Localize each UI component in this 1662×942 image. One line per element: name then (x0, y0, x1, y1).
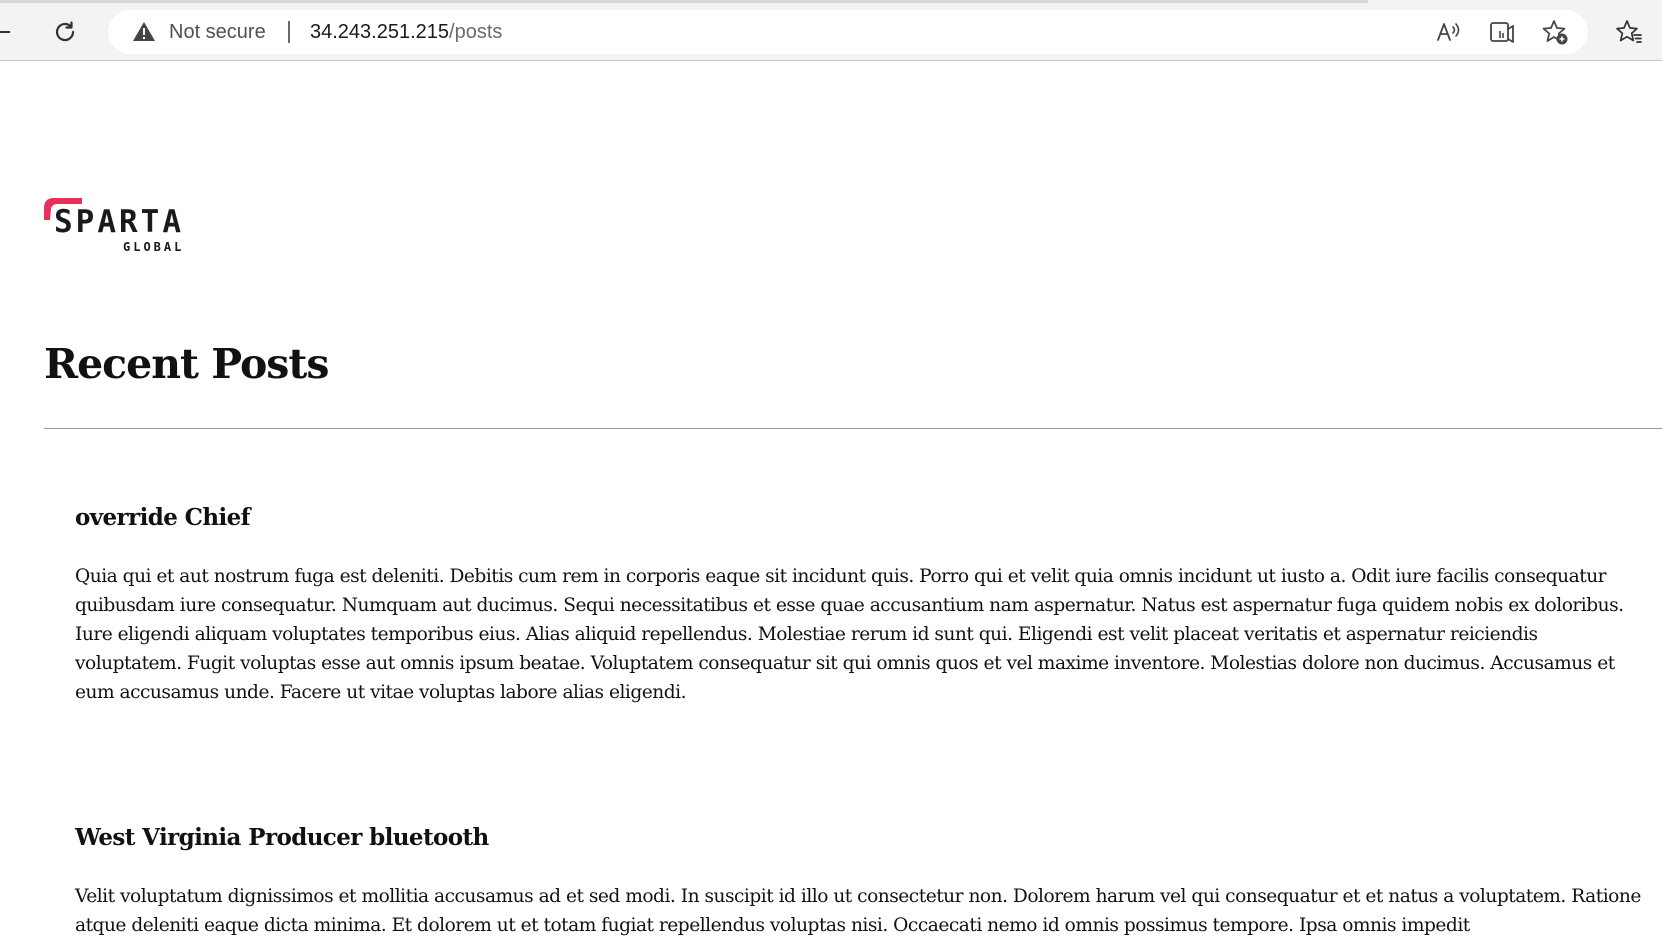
post-body: Quia qui et aut nostrum fuga est delenit… (75, 566, 1624, 703)
post-body: Velit voluptatum dignissimos et mollitia… (75, 886, 1641, 936)
minimize-icon[interactable] (0, 31, 10, 33)
page-title: Recent Posts (44, 340, 329, 388)
security-status-label[interactable]: Not secure (169, 20, 266, 44)
read-aloud-icon (1437, 23, 1460, 41)
post-title: West Virginia Producer bluetooth (75, 824, 489, 851)
refresh-icon (55, 21, 75, 42)
add-favorite-icon (1542, 20, 1568, 45)
browser-toolbar: Not secure 34.243.251.215/posts (0, 0, 1662, 61)
post-item: override Chief Quia qui et aut nostrum f… (75, 500, 1645, 707)
sparta-global-logo[interactable]: SPARTA GLOBAL (44, 196, 204, 256)
add-favorite-button[interactable] (1537, 14, 1573, 50)
url-host: 34.243.251.215 (310, 21, 450, 43)
title-divider (44, 428, 1662, 429)
favorites-icon (1616, 20, 1642, 43)
read-aloud-button[interactable] (1430, 14, 1466, 50)
url-path: /posts (449, 21, 503, 43)
tab-strip-edge (0, 0, 1368, 3)
url-text[interactable]: 34.243.251.215/posts (310, 20, 502, 44)
refresh-button[interactable] (47, 14, 83, 50)
post-item: West Virginia Producer bluetooth Velit v… (75, 820, 1645, 940)
immersive-reader-button[interactable] (1484, 14, 1520, 50)
svg-text:GLOBAL: GLOBAL (123, 240, 184, 254)
address-bar[interactable]: Not secure 34.243.251.215/posts (108, 10, 1588, 54)
immersive-reader-icon (1490, 22, 1514, 43)
svg-text:SPARTA: SPARTA (54, 204, 184, 240)
post-title: override Chief (75, 504, 251, 531)
sparta-logo-mark: SPARTA GLOBAL (44, 198, 184, 254)
warning-icon[interactable] (132, 20, 156, 44)
favorites-button[interactable] (1611, 14, 1647, 50)
address-divider (288, 21, 290, 43)
